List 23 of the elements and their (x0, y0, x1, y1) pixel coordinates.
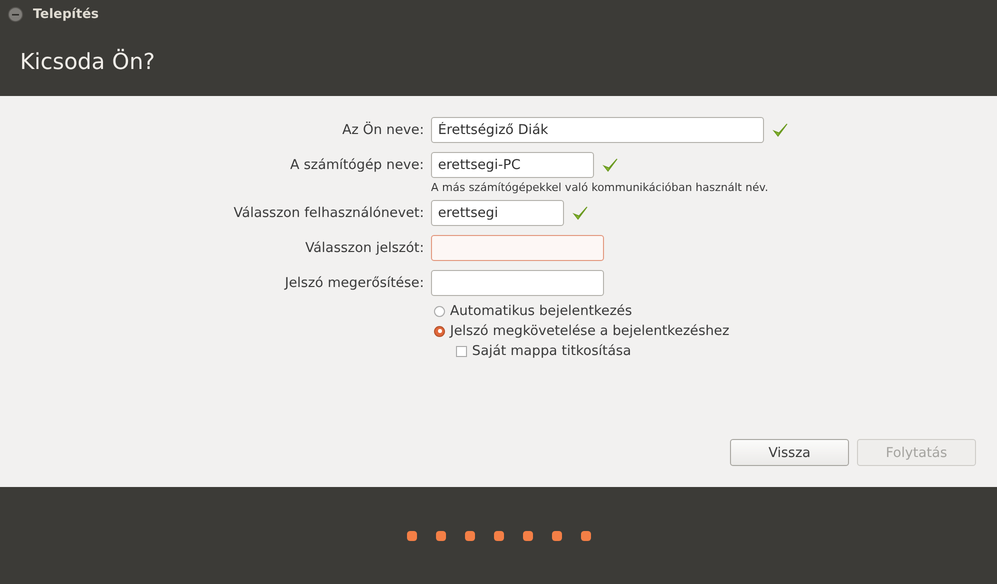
page-title: Kicsoda Ön? (20, 50, 155, 74)
radio-button[interactable] (434, 306, 445, 316)
radio-label[interactable]: Jelszó megkövetelése a bejelentkezéshez (450, 323, 730, 339)
back-button[interactable]: Vissza (730, 439, 849, 466)
field-label: Válasszon felhasználónevet: (232, 205, 424, 221)
checkmark-icon (572, 204, 589, 222)
radio-label[interactable]: Automatikus bejelentkezés (450, 303, 632, 319)
field-label: Válasszon jelszót: (304, 240, 424, 256)
input-field[interactable]: erettsegi-PC (431, 152, 594, 178)
input-field[interactable]: erettsegi (431, 200, 564, 226)
close-icon[interactable] (8, 6, 23, 22)
field-label: Jelszó megerősítése: (283, 275, 424, 291)
checkmark-icon (772, 122, 789, 138)
window-title: Telepítés (33, 6, 99, 22)
field-hint: A más számítógépekkel való kommunikációban használt név. (431, 181, 770, 194)
checkbox-label[interactable]: Saját mappa titkosítása (472, 343, 632, 359)
input-field[interactable] (431, 235, 604, 261)
field-label: A számítógép neve: (289, 157, 424, 173)
input-field[interactable] (431, 270, 604, 296)
radio-button[interactable] (434, 326, 445, 336)
checkmark-icon (602, 156, 619, 174)
field-label: Az Ön neve: (341, 122, 424, 138)
checkbox[interactable] (456, 346, 467, 356)
